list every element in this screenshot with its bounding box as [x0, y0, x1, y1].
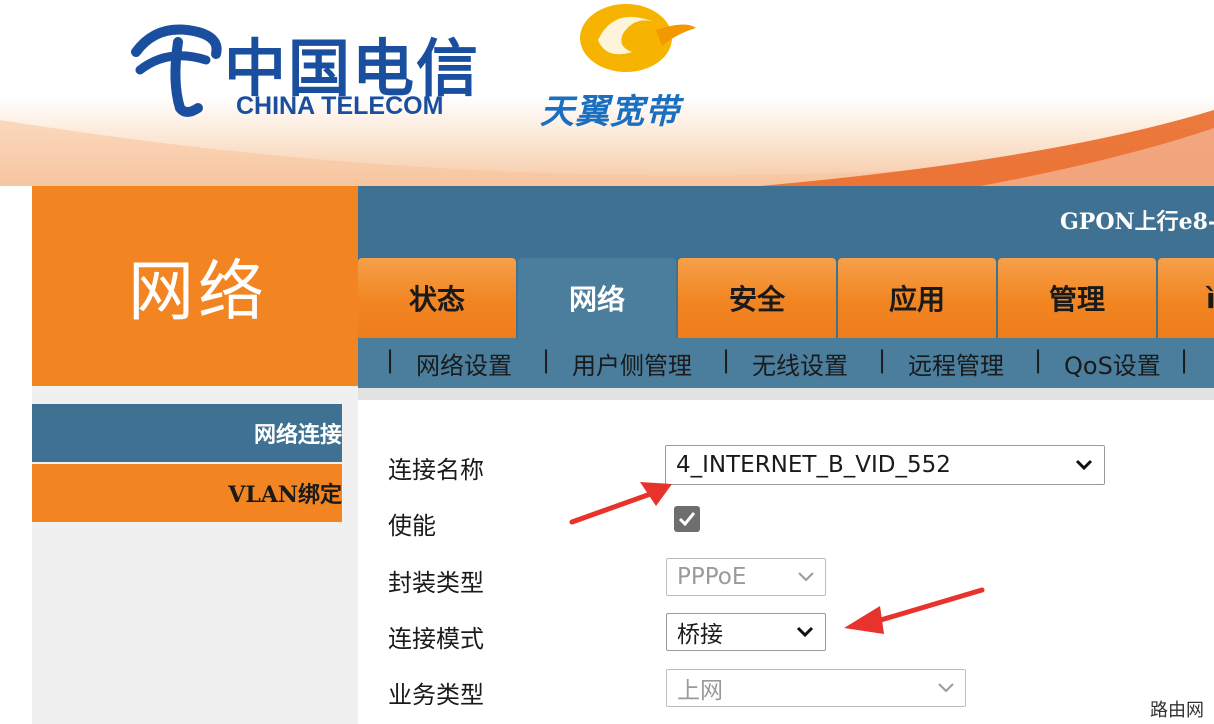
chevron-down-icon	[798, 572, 814, 582]
watermark: 路由网	[1148, 696, 1206, 722]
subnav-separator: |	[386, 346, 395, 374]
tab-security[interactable]: 安全	[678, 258, 836, 338]
sub-navigation: | 网络设置 | 用户侧管理 | 无线设置 | 远程管理 | QoS设置 |	[358, 338, 1214, 388]
connection-mode-select[interactable]: 桥接	[666, 613, 826, 651]
section-header: 网络	[32, 186, 358, 386]
tab-label: 安全	[728, 283, 785, 316]
annotation-arrow-icon	[844, 587, 985, 634]
tab-status[interactable]: 状态	[358, 258, 516, 338]
tab-label: 状态	[408, 283, 465, 316]
chevron-down-icon	[796, 626, 814, 638]
tianyi-text: 天翼宽带	[540, 92, 680, 132]
connection-name-select[interactable]: 4_INTERNET_B_VID_552	[665, 445, 1105, 485]
china-telecom-en-text: CHINA TELECOM	[236, 92, 444, 120]
tab-partial[interactable]: ì	[1158, 258, 1214, 338]
sidebar-item-label: VLAN绑定	[228, 482, 342, 508]
subnav-separator: |	[1180, 346, 1189, 374]
encapsulation-select[interactable]: PPPoE	[666, 558, 826, 596]
subnav-wireless-settings[interactable]: 无线设置	[752, 346, 848, 381]
connection-mode-label: 连接模式	[388, 625, 484, 653]
tianyi-swirl-icon	[580, 4, 696, 72]
sidebar-item-vlan-binding[interactable]: VLAN绑定	[32, 464, 342, 522]
sidebar-item-network-connection[interactable]: 网络连接	[32, 404, 342, 462]
tab-network[interactable]: 网络	[518, 258, 676, 338]
section-title: 网络	[128, 253, 268, 330]
tab-label: ì	[1206, 281, 1214, 315]
chevron-down-icon	[938, 683, 954, 693]
header-banner: 中国电信 CHINA TELECOM 天翼宽带	[0, 0, 1214, 186]
subnav-separator: |	[878, 346, 887, 374]
china-telecom-logo: 中国电信 CHINA TELECOM	[128, 12, 488, 122]
left-margin	[0, 186, 32, 724]
chevron-down-icon	[1075, 459, 1093, 471]
subnav-remote-management[interactable]: 远程管理	[908, 346, 1004, 381]
tab-application[interactable]: 应用	[838, 258, 996, 338]
connection-mode-value: 桥接	[677, 622, 723, 648]
subnav-network-settings[interactable]: 网络设置	[416, 346, 512, 381]
connection-name-value: 4_INTERNET_B_VID_552	[676, 452, 951, 478]
subnav-separator: |	[542, 346, 551, 374]
main-tabs: 状态 网络 安全 应用 管理 ì	[358, 252, 1214, 338]
top-info-bar: GPON上行e8-	[358, 186, 1214, 252]
encapsulation-label: 封装类型	[388, 569, 484, 597]
service-type-label: 业务类型	[388, 681, 484, 709]
service-type-value: 上网	[677, 678, 723, 704]
enable-label: 使能	[388, 512, 436, 540]
china-telecom-emblem-icon	[131, 24, 222, 117]
device-model-text: GPON上行e8-	[1060, 209, 1214, 235]
encapsulation-value: PPPoE	[677, 564, 747, 590]
subnav-separator: |	[722, 346, 731, 374]
sidebar-item-label: 网络连接	[253, 423, 342, 448]
subnav-qos-settings[interactable]: QoS设置	[1064, 346, 1161, 381]
tianyi-logo: 天翼宽带	[536, 0, 706, 132]
subnav-lan-management[interactable]: 用户侧管理	[572, 346, 692, 381]
annotation-arrow-icon	[569, 482, 672, 525]
subnav-separator: |	[1034, 346, 1043, 374]
tab-label: 应用	[888, 283, 945, 316]
connection-name-label: 连接名称	[388, 456, 484, 484]
tab-label: 网络	[568, 283, 625, 316]
tab-management[interactable]: 管理	[998, 258, 1156, 338]
tab-label: 管理	[1048, 283, 1105, 316]
service-type-select[interactable]: 上网	[666, 669, 966, 707]
sidebar: 网络连接 VLAN绑定	[32, 386, 358, 724]
